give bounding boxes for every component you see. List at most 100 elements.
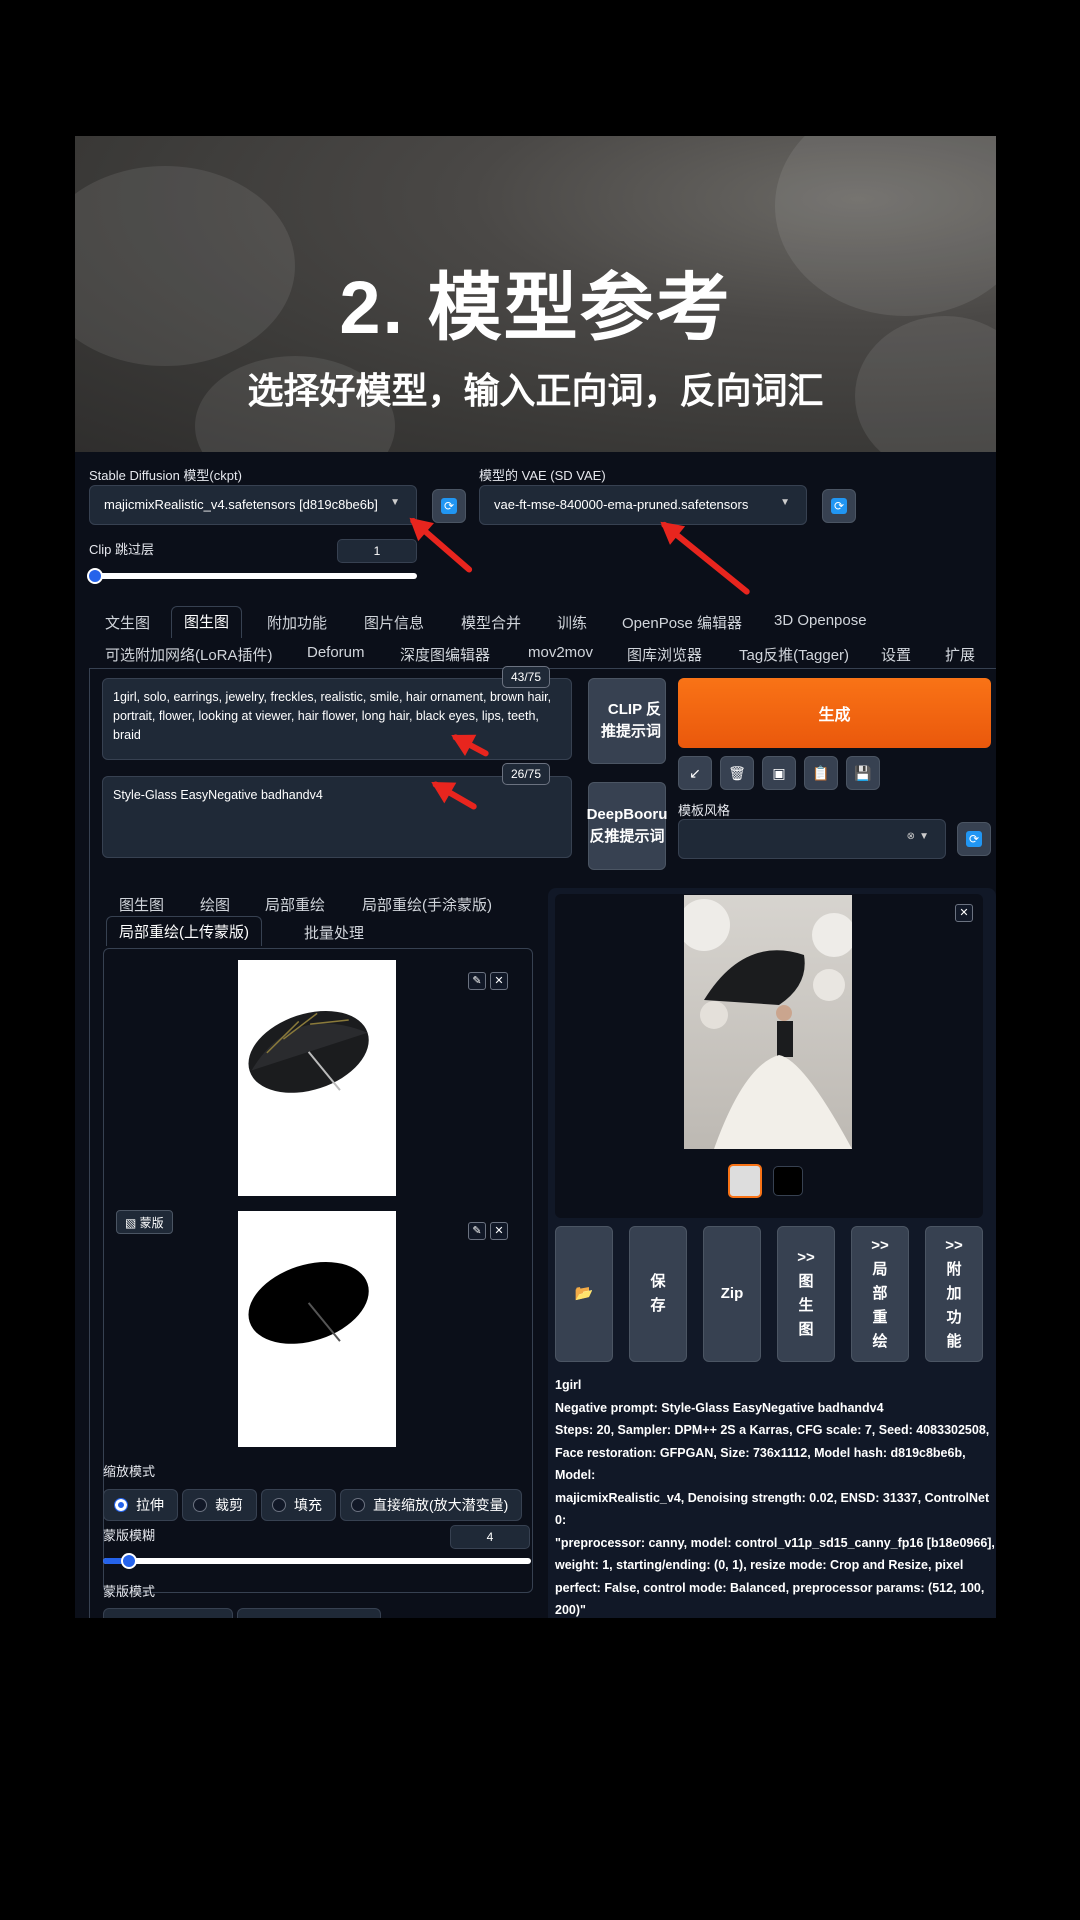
arrow-icon: ↙ xyxy=(689,764,701,781)
radio-label: 填充 xyxy=(294,1497,322,1513)
info-line: "preprocessor: canny, model: control_v11… xyxy=(555,1535,995,1550)
deepbooru-interrogate-button[interactable]: DeepBooru 反推提示词 xyxy=(587,782,667,870)
tab-inpaint-sketch[interactable]: 局部重绘(手涂蒙版) xyxy=(362,894,492,915)
save-style-button[interactable]: 💾 xyxy=(846,756,880,790)
mask-label-badge: ▧ 蒙版 xyxy=(116,1210,173,1234)
floppy-icon: 💾 xyxy=(854,764,872,781)
style-dropdown[interactable]: ⊗ ▼ xyxy=(678,819,946,859)
close-icon[interactable]: ✕ xyxy=(490,1222,508,1240)
tab-inpaint[interactable]: 局部重绘 xyxy=(265,894,325,915)
save-button[interactable]: 保存 xyxy=(629,1226,687,1362)
output-image[interactable] xyxy=(684,895,852,1149)
clipboard-icon: 📋 xyxy=(812,764,830,781)
slider-thumb[interactable] xyxy=(87,568,103,584)
annotation-arrow xyxy=(660,520,751,596)
mask-image[interactable] xyxy=(238,1211,396,1447)
tab-inpaint-upload[interactable]: 局部重绘(上传蒙版) xyxy=(106,916,262,946)
tab-img2img-sub[interactable]: 图生图 xyxy=(119,894,164,915)
tab-mov2mov[interactable]: mov2mov xyxy=(528,644,593,661)
mask-blur-label: 蒙版模糊 xyxy=(103,1528,156,1543)
ckpt-dropdown[interactable]: majicmixRealistic_v4.safetensors [d819c8… xyxy=(89,485,417,525)
mask-blur-input[interactable]: 4 xyxy=(450,1525,530,1549)
divider xyxy=(89,668,90,1618)
tab-extensions[interactable]: 扩展 xyxy=(945,644,975,665)
chevron-down-icon: ▼ xyxy=(919,831,929,842)
main-tabs: 文生图 图生图 附加功能 图片信息 模型合并 训练 OpenPose 编辑器 3… xyxy=(75,606,996,666)
info-line: Negative prompt: Style-Glass EasyNegativ… xyxy=(555,1400,884,1415)
edit-icon[interactable]: ✎ xyxy=(468,972,486,990)
umbrella-image xyxy=(248,1010,369,1093)
tab-sketch[interactable]: 绘图 xyxy=(200,894,230,915)
ckpt-label: Stable Diffusion 模型(ckpt) xyxy=(89,468,242,483)
tab-txt2img[interactable]: 文生图 xyxy=(105,612,150,633)
close-icon[interactable]: ✕ xyxy=(955,904,973,922)
annotation-arrow xyxy=(409,516,474,574)
radio-dot xyxy=(272,1498,286,1512)
info-line: 1girl xyxy=(555,1378,582,1392)
slider-thumb[interactable] xyxy=(120,1553,137,1569)
trash-button[interactable]: 🗑 xyxy=(720,756,754,790)
umbrella-mask xyxy=(248,1261,369,1344)
clip-interrogate-button[interactable]: CLIP 反推提示词 xyxy=(588,678,666,764)
tab-batch[interactable]: 批量处理 xyxy=(304,922,364,943)
clip-skip-label: Clip 跳过层 xyxy=(89,542,155,557)
send-to-inpaint-button[interactable]: >> 局部重绘 xyxy=(851,1226,909,1362)
radio-dot xyxy=(193,1498,207,1512)
clear-icon[interactable]: ⊗ xyxy=(907,831,915,842)
negative-prompt-input[interactable]: Style-Glass EasyNegative badhandv4 xyxy=(102,776,572,858)
resize-crop-radio[interactable]: 裁剪 xyxy=(182,1489,257,1521)
mask-mode-radio[interactable] xyxy=(237,1608,381,1618)
clip-skip-input[interactable]: 1 xyxy=(337,539,417,563)
chevron-down-icon: ▼ xyxy=(780,497,790,508)
generate-button[interactable]: 生成 xyxy=(678,678,991,748)
banner: 2. 模型参考 选择好模型，输入正向词，反向词汇 xyxy=(75,136,996,452)
tab-3d-openpose[interactable]: 3D Openpose xyxy=(774,612,867,629)
arrow-icon-button[interactable]: ↙ xyxy=(678,756,712,790)
mask-blur-slider[interactable] xyxy=(103,1553,531,1569)
resize-fill-radio[interactable]: 填充 xyxy=(261,1489,336,1521)
tab-train[interactable]: 训练 xyxy=(557,612,587,633)
vae-value: vae-ft-mse-840000-ema-pruned.safetensors xyxy=(494,497,749,512)
source-image[interactable] xyxy=(238,960,396,1196)
style-label: 模板风格 xyxy=(678,803,731,818)
tab-image-browser[interactable]: 图库浏览器 xyxy=(627,644,702,665)
tab-depth-editor[interactable]: 深度图编辑器 xyxy=(400,644,490,665)
chevron-down-icon: ▼ xyxy=(390,497,400,508)
zip-button[interactable]: Zip xyxy=(703,1226,761,1362)
vae-label: 模型的 VAE (SD VAE) xyxy=(479,468,606,483)
paste-button[interactable]: 📋 xyxy=(804,756,838,790)
tab-settings[interactable]: 设置 xyxy=(881,644,911,665)
banner-subtitle: 选择好模型，输入正向词，反向词汇 xyxy=(247,370,824,411)
resize-mode-label: 缩放模式 xyxy=(103,1464,156,1479)
clip-skip-slider[interactable] xyxy=(87,568,417,584)
send-to-extras-button[interactable]: >> 附加功能 xyxy=(925,1226,983,1362)
tab-merge[interactable]: 模型合并 xyxy=(461,612,521,633)
vae-refresh-button[interactable]: ⟳ xyxy=(822,489,856,523)
close-icon[interactable]: ✕ xyxy=(490,972,508,990)
tab-deforum[interactable]: Deforum xyxy=(307,644,365,661)
tab-lora[interactable]: 可选附加网络(LoRA插件) xyxy=(105,644,273,665)
output-photo xyxy=(684,899,852,1149)
open-folder-button[interactable]: 📂 xyxy=(555,1226,613,1362)
thumbnail-selected[interactable] xyxy=(728,1164,762,1198)
resize-latent-radio[interactable]: 直接缩放(放大潜变量) xyxy=(340,1489,522,1521)
folder-icon: 📂 xyxy=(574,1285,594,1302)
resize-stretch-radio[interactable]: 拉伸 xyxy=(103,1489,178,1521)
tab-openpose-editor[interactable]: OpenPose 编辑器 xyxy=(622,612,742,633)
ckpt-refresh-button[interactable]: ⟳ xyxy=(432,489,466,523)
mask-mode-radio[interactable] xyxy=(103,1608,233,1618)
tab-png-info[interactable]: 图片信息 xyxy=(364,612,424,633)
send-to-img2img-button[interactable]: >> 图生图 xyxy=(777,1226,835,1362)
extra-networks-button[interactable]: ▣ xyxy=(762,756,796,790)
info-line: perfect: False, control mode: Balanced, … xyxy=(555,1580,985,1595)
tab-img2img[interactable]: 图生图 xyxy=(171,606,243,638)
thumbnail[interactable] xyxy=(773,1166,803,1196)
edit-icon[interactable]: ✎ xyxy=(468,1222,486,1240)
tab-extras[interactable]: 附加功能 xyxy=(267,612,327,633)
info-line: Steps: 20, Sampler: DPM++ 2S a Karras, C… xyxy=(555,1423,990,1437)
vae-dropdown[interactable]: vae-ft-mse-840000-ema-pruned.safetensors… xyxy=(479,485,807,525)
style-refresh-button[interactable]: ⟳ xyxy=(957,822,991,856)
positive-prompt-input[interactable]: 1girl, solo, earrings, jewelry, freckles… xyxy=(102,678,572,760)
info-line: weight: 1, starting/ending: (0, 1), resi… xyxy=(555,1558,964,1572)
tab-tagger[interactable]: Tag反推(Tagger) xyxy=(739,644,849,665)
